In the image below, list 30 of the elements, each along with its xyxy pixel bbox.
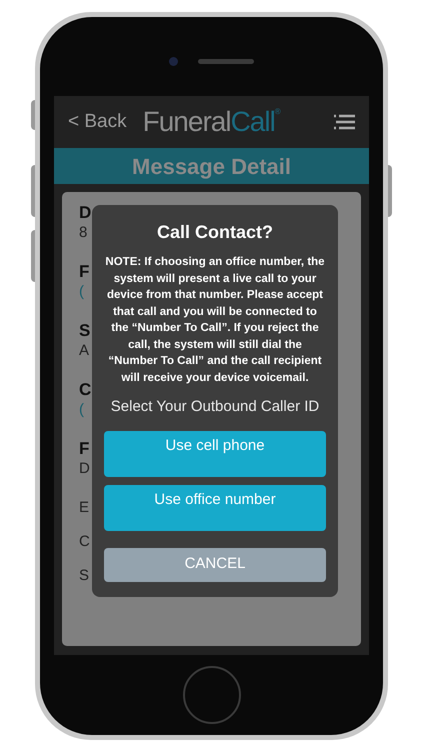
option-button[interactable]: Use office number bbox=[104, 484, 326, 530]
side-button[interactable] bbox=[31, 100, 35, 130]
phone-link[interactable]: ( bbox=[79, 400, 84, 419]
dialog-title: Call Contact? bbox=[156, 221, 273, 244]
home-button[interactable] bbox=[182, 666, 240, 724]
option-button[interactable]: Use cell phone bbox=[104, 430, 326, 476]
side-button[interactable] bbox=[388, 165, 392, 217]
cancel-button[interactable]: CANCEL bbox=[104, 548, 326, 582]
field-text: E bbox=[79, 498, 90, 518]
camera-icon bbox=[169, 57, 178, 66]
field-value: A bbox=[79, 341, 90, 360]
back-link[interactable]: < Back bbox=[68, 108, 127, 136]
screen-title: Message Detail bbox=[132, 152, 291, 181]
app-logo: FuneralCall® bbox=[142, 108, 280, 136]
field-text: S bbox=[79, 566, 90, 586]
speaker-icon bbox=[198, 59, 254, 64]
dialog-prompt: Select Your Outbound Caller ID bbox=[110, 397, 320, 417]
field-value: D bbox=[79, 459, 90, 478]
field-text: C bbox=[79, 532, 90, 552]
field-label: S bbox=[79, 320, 90, 341]
phone-link[interactable]: ( bbox=[79, 282, 84, 301]
field-label: C bbox=[79, 379, 92, 400]
dialog-note: NOTE: If choosing an office number, the system will present a live call to your device from that number. Please accept that call and you will be connected to the “Number To Call”. If you reject the call, the system will still dial the “Number To Call” and the call recipient will receive your device voicemail. bbox=[104, 255, 326, 386]
field-label: D bbox=[79, 202, 92, 223]
field-label: F bbox=[79, 261, 90, 282]
field-value: 8 bbox=[79, 223, 88, 242]
side-button[interactable] bbox=[31, 165, 35, 217]
menu-icon[interactable] bbox=[334, 114, 355, 130]
field-label: F bbox=[79, 438, 90, 459]
side-button[interactable] bbox=[31, 230, 35, 282]
